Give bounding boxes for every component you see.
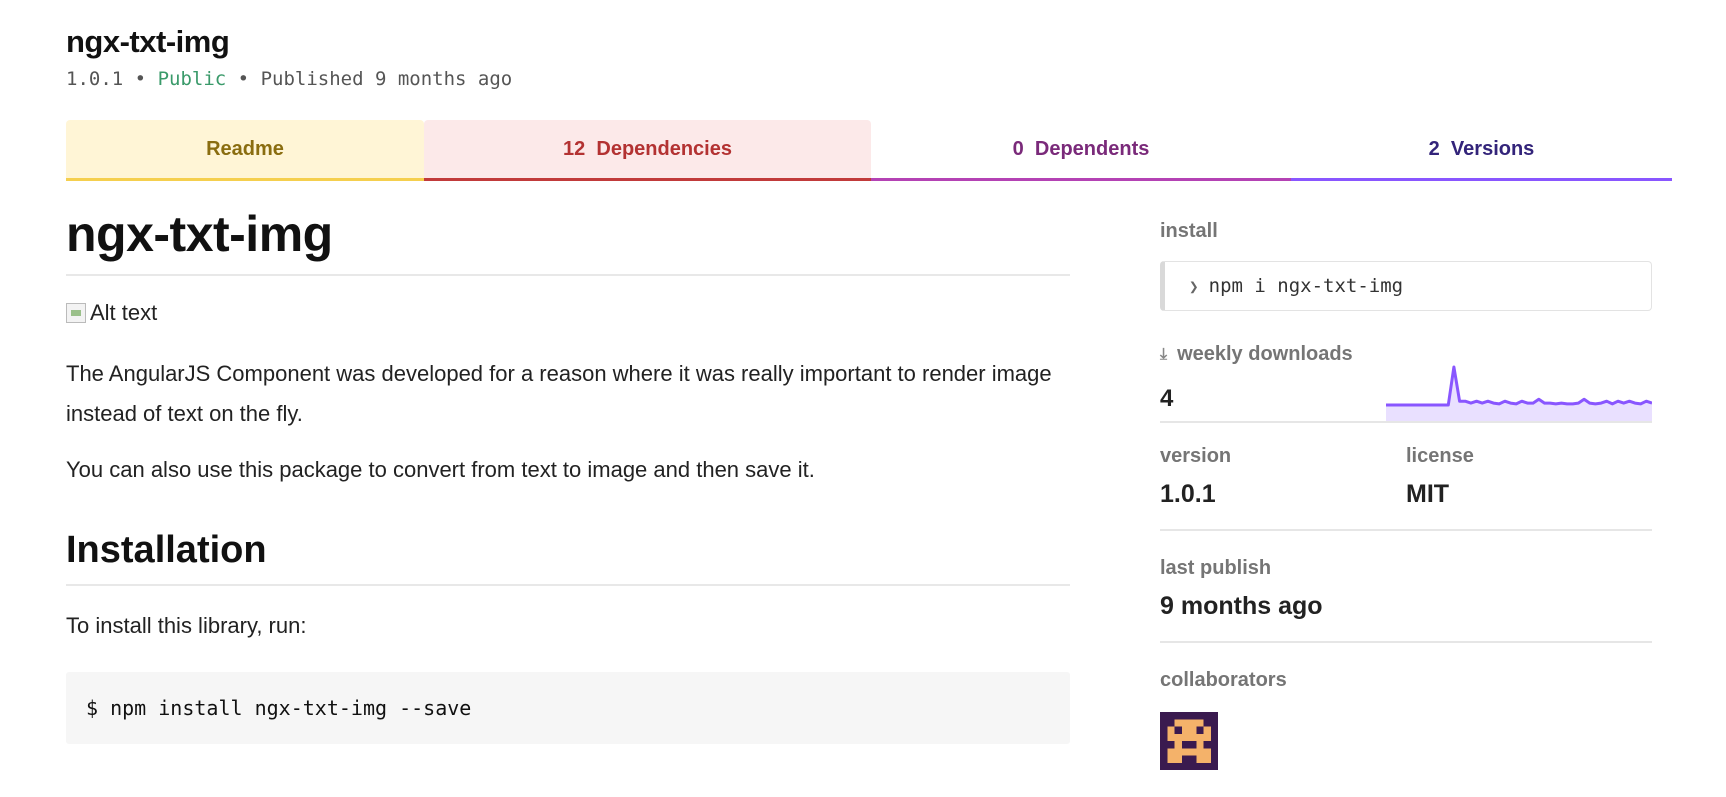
version-col: version 1.0.1 — [1160, 445, 1406, 509]
license-col: license MIT — [1406, 445, 1652, 509]
tab-label: Dependents — [1034, 137, 1150, 160]
version-license-row: version 1.0.1 license MIT — [1160, 445, 1652, 531]
package-meta: 1.0.1 • Public • Published 9 months ago — [66, 68, 512, 90]
install-code: $ npm install ngx-txt-img --save — [86, 696, 472, 720]
visibility-badge: Public — [157, 68, 227, 90]
tab-label: Readme — [206, 137, 284, 160]
collaborators-label: collaborators — [1160, 669, 1287, 691]
install-command: npm i ngx-txt-img — [1208, 275, 1404, 297]
download-icon: ⤓ — [1160, 345, 1168, 363]
downloads-label: weekly downloads — [1177, 343, 1353, 365]
package-sidebar: install ❯ npm i ngx-txt-img ⤓ weekly dow… — [1160, 220, 1652, 790]
last-publish-label: last publish — [1160, 557, 1272, 579]
tab-dependents[interactable]: 0 Dependents — [871, 120, 1291, 181]
install-code-block[interactable]: $ npm install ngx-txt-img --save — [66, 672, 1070, 744]
package-name: ngx-txt-img — [66, 24, 230, 59]
readme-paragraph: The AngularJS Component was developed fo… — [66, 361, 1052, 426]
last-publish-block: last publish 9 months ago — [1160, 557, 1652, 643]
last-publish-value: 9 months ago — [1160, 592, 1323, 620]
install-command-box[interactable]: ❯ npm i ngx-txt-img — [1160, 261, 1652, 311]
readme-paragraph: You can also use this package to convert… — [66, 457, 815, 482]
broken-image: Alt text — [66, 296, 1070, 330]
package-tabs: Readme 12 Dependencies 0 Dependents 2 Ve… — [66, 120, 1672, 181]
image-alt-text: Alt text — [90, 300, 158, 325]
collaborator-avatar[interactable] — [1160, 712, 1218, 770]
published-time: Published 9 months ago — [260, 68, 513, 90]
weekly-downloads: ⤓ weekly downloads 4 — [1160, 343, 1652, 423]
tab-count: 0 — [1012, 137, 1024, 160]
install-label: install — [1160, 220, 1218, 242]
tab-count: 2 — [1428, 137, 1440, 160]
broken-image-icon — [66, 303, 86, 323]
version-value: 1.0.1 — [1160, 480, 1216, 508]
downloads-count: 4 — [1160, 385, 1174, 412]
package-version: 1.0.1 — [66, 68, 124, 90]
avatar-identicon-icon — [1160, 712, 1218, 770]
terminal-prompt-icon: ❯ — [1189, 276, 1199, 296]
tab-label: Dependencies — [596, 137, 732, 160]
tab-dependencies[interactable]: 12 Dependencies — [424, 120, 871, 181]
collaborators-block: collaborators — [1160, 669, 1652, 790]
package-header: ngx-txt-img 1.0.1 • Public • Published 9… — [66, 20, 512, 90]
installation-heading: Installation — [66, 524, 1070, 586]
meta-separator: • — [237, 68, 250, 90]
sparkline-area — [1386, 367, 1652, 421]
sparkline-line — [1386, 365, 1652, 407]
license-label: license — [1406, 445, 1474, 467]
license-value: MIT — [1406, 480, 1450, 508]
tab-versions[interactable]: 2 Versions — [1291, 120, 1672, 181]
readme-content: ngx-txt-img Alt text The AngularJS Compo… — [66, 200, 1070, 744]
tab-readme[interactable]: Readme — [66, 120, 424, 181]
version-label: version — [1160, 445, 1232, 467]
tab-label: Versions — [1450, 137, 1535, 160]
readme-title: ngx-txt-img — [66, 200, 1070, 276]
meta-separator: • — [134, 68, 147, 90]
tab-count: 12 — [563, 137, 586, 160]
downloads-sparkline — [1386, 365, 1652, 421]
install-intro: To install this library, run: — [66, 613, 307, 638]
